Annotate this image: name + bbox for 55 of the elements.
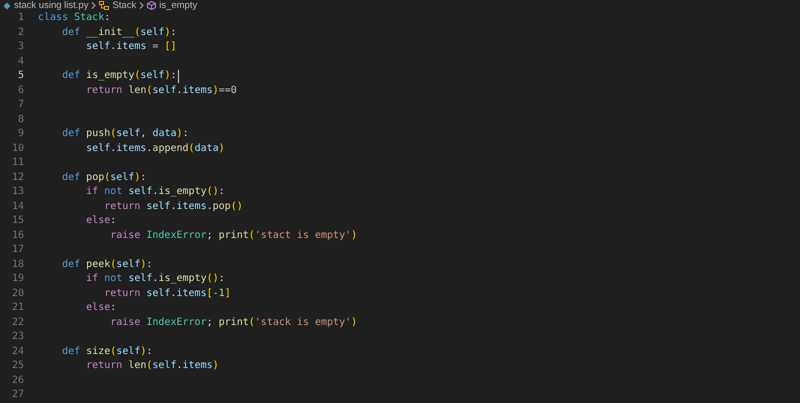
breadcrumb-item[interactable]: Stack [112,0,136,11]
code-line: return self.items.pop() [103,200,243,214]
chevron-icon [91,2,96,9]
line-number: 2 [16,26,24,40]
code-line: raise IndexError; print('stack is empty') [109,316,358,330]
code-line: class Stack: [38,11,110,25]
line-number: 5 [16,69,24,83]
line-number: 9 [16,127,24,141]
line-number: 17 [10,243,24,257]
line-number: 3 [16,40,24,54]
code-line: if not self.is_empty(): [85,272,225,286]
code-line: self.items = [] [85,40,176,54]
line-number: 16 [10,228,24,242]
code-line: def push(self, data): [61,127,189,141]
code-line: def pop(self): [61,170,146,184]
class-icon [99,1,110,10]
line-number: 25 [10,359,24,373]
code-line: def peek(self): [61,258,152,272]
line-number: 10 [10,142,24,156]
chevron-icon [139,2,144,9]
line-number: 23 [10,330,24,344]
method-icon [147,1,156,10]
code-line: def __init__(self): [61,26,177,40]
line-number: 8 [16,112,24,126]
code-line: raise IndexError; print('stact is empty') [109,228,358,242]
text-cursor [178,70,179,83]
line-number: 27 [10,388,24,402]
code-line: else: [85,301,116,315]
line-number: 18 [10,258,24,272]
code-line: self.items.append(data) [85,142,225,156]
line-number: 14 [10,200,24,214]
line-number: 26 [10,374,24,388]
breadcrumb-item[interactable]: is_empty [159,0,198,11]
python-file-icon [3,2,11,10]
line-number: 6 [16,84,24,98]
line-number: 11 [10,156,24,170]
code-line: else: [85,214,116,228]
line-number: 4 [16,54,24,68]
line-number: 12 [10,170,24,184]
line-number: 1 [16,11,24,25]
code-line: return len(self.items) [85,359,219,373]
line-number: 22 [10,316,24,330]
line-number: 13 [10,185,24,199]
code-line: def size(self): [61,344,152,358]
line-number: 20 [10,286,24,300]
line-number: 7 [16,98,24,112]
line-number: 21 [10,301,24,315]
code-line: return len(self.items)==0 [85,84,237,98]
line-number: 24 [10,344,24,358]
line-number: 15 [10,214,24,228]
code-line: if not self.is_empty(): [85,185,225,199]
code-line: def is_empty(self): [61,69,177,83]
breadcrumb-item[interactable]: stack using list.py [14,0,88,11]
line-number: 19 [10,272,24,286]
code-line: return self.items[-1] [103,286,231,300]
